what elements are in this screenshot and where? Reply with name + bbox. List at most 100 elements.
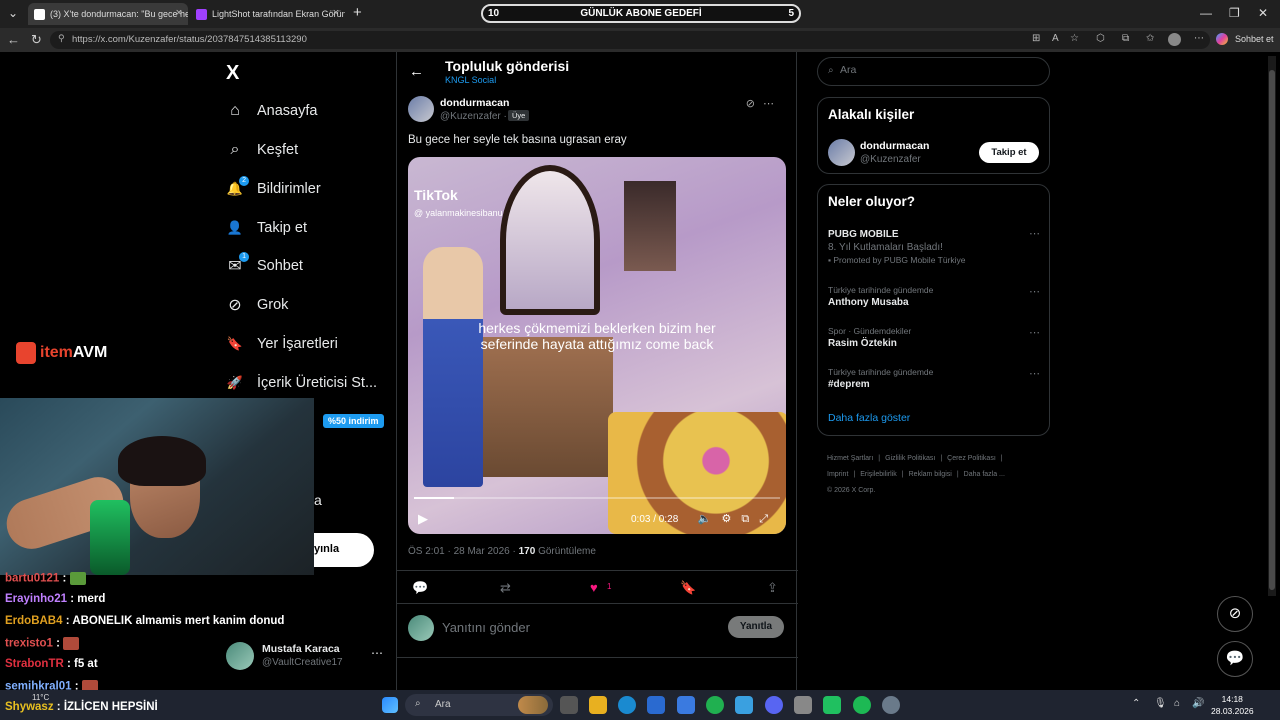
sidebar-item-explore[interactable]: ⌕ Keşfet [225,135,299,165]
tab-list-icon[interactable]: ⌄ [8,6,18,20]
grok-fab-button[interactable]: ⊘ [1217,596,1253,632]
trend-item[interactable]: Türkiye tarihinde gündemde Anthony Musab… [828,285,1040,308]
trend-item[interactable]: Spor · Gündemdekiler Rasim Öztekin ⋯ [828,326,1040,349]
whatsapp-icon[interactable] [706,696,724,714]
extensions-icon[interactable]: ⬡ [1096,33,1105,44]
mail-app-icon[interactable] [677,696,695,714]
app-icon[interactable] [794,696,812,714]
close-window-icon[interactable]: ✕ [1258,6,1268,20]
sidebar-item-bookmarks[interactable]: 🔖 Yer İşaretleri [225,329,338,359]
footer-link[interactable]: Çerez Politikası [947,455,996,462]
trend-item[interactable]: PUBG MOBILE 8. Yıl Kutlamaları Başladı! … [828,227,1040,265]
chevron-up-icon[interactable]: ⌃ [1132,698,1150,716]
more-icon[interactable]: ⋯ [1029,227,1040,240]
close-tab-icon[interactable]: × [176,7,182,19]
more-icon[interactable]: ⋯ [1029,367,1040,380]
settings-icon[interactable] [882,696,900,714]
reply-button[interactable]: Yanıtla [728,616,784,638]
taskbar-clock[interactable]: 14:18 28.03.2026 [1211,693,1254,717]
profile-avatar-icon[interactable] [1168,33,1181,46]
play-icon[interactable]: ▶ [418,511,428,527]
sidebar-item-messages[interactable]: ✉ 1 Sohbet [225,251,303,281]
search-input[interactable] [840,64,1040,76]
split-screen-icon[interactable]: ⧉ [1122,33,1129,44]
back-icon[interactable]: ← [7,32,20,47]
repost-icon[interactable]: ⇄ [500,580,511,596]
related-user-handle[interactable]: @Kuzenzafer [860,154,921,165]
footer-link[interactable]: Erişilebilirlik [860,471,897,478]
bookmark-icon[interactable]: 🔖 [680,580,696,596]
sidebar-item-home[interactable]: ⌂ Anasayfa [225,96,317,126]
video-progress-bar[interactable] [414,497,780,499]
trend-item[interactable]: Türkiye tarihinde gündemde #deprem ⋯ [828,367,1040,390]
x-logo[interactable]: X [226,62,239,85]
settings-icon[interactable]: ⚙ [721,513,741,525]
author-name[interactable]: dondurmacan [440,97,509,109]
messages-fab-button[interactable]: 💬 [1217,641,1253,677]
back-arrow-icon[interactable]: ← [409,63,424,80]
close-tab-icon[interactable]: × [333,7,339,19]
tab-lightshot[interactable]: LightShot tarafından Ekran Görünt × [190,3,345,25]
read-aloud-icon[interactable]: A [1052,33,1059,44]
sidebar-item-grok[interactable]: ⊘ Grok [225,290,288,320]
share-icon[interactable]: ⇪ [767,580,778,596]
more-icon[interactable]: ⋯ [763,98,782,110]
reply-icon[interactable]: 💬 [412,580,428,596]
volume-icon[interactable]: 🔈 [698,513,722,525]
avatar[interactable] [828,139,855,166]
account-switcher[interactable]: Mustafa Karaca @VaultCreative17 ⋯ [226,640,386,674]
sidebar-item-follow[interactable]: 👤 Takip et [225,213,307,243]
chat-button[interactable]: Sohbet et [1235,34,1274,44]
copilot-icon[interactable] [1216,33,1228,45]
footer-link[interactable]: Reklam bilgisi [909,471,952,478]
start-icon[interactable] [382,697,398,713]
footer-link[interactable]: Imprint [827,471,848,478]
site-info-icon[interactable]: ⚲ [58,33,65,44]
more-icon[interactable]: ⋯ [1029,326,1040,339]
microphone-icon[interactable]: 🎙 [1154,698,1172,716]
favorites-icon[interactable]: ✩ [1146,33,1154,44]
author-avatar[interactable] [408,96,434,122]
edge-icon[interactable] [618,696,636,714]
footer-link[interactable]: Daha fazla ... [964,471,1005,478]
reply-input[interactable]: Yanıtını gönder [442,620,530,635]
tab-x-post[interactable]: (3) X'te dondurmacan: "Bu gece he × [28,3,188,25]
video-player[interactable]: TikTok @ yalanmakinesibanu herkes çökmem… [408,157,786,534]
post-button[interactable]: yınla [314,533,374,567]
spotify-icon[interactable] [853,696,871,714]
favorite-star-icon[interactable]: ☆ [1070,33,1079,44]
related-user-name[interactable]: dondurmacan [860,140,929,152]
reload-icon[interactable]: ↻ [31,32,42,48]
volume-icon[interactable]: 🔊 [1192,698,1210,716]
file-explorer-icon[interactable] [589,696,607,714]
follow-button[interactable]: Takip et [979,142,1039,163]
sidebar-item-more-partial[interactable]: a [314,492,322,508]
more-icon[interactable]: ⋯ [1029,285,1040,298]
network-icon[interactable]: ⌂ [1174,698,1192,716]
footer-link[interactable]: Gizlilik Politikası [885,455,935,462]
footer-link[interactable]: Hizmet Şartları [827,455,873,462]
search-bar[interactable]: ⌕ [817,57,1050,86]
premium-discount-badge[interactable]: %50 indirim [323,414,384,428]
fullscreen-icon[interactable]: ⤢ [759,513,778,525]
sidebar-item-notifications[interactable]: 🔔 2 Bildirimler [225,174,321,204]
store-icon[interactable] [647,696,665,714]
app-icon[interactable] [823,696,841,714]
show-more-link[interactable]: Daha fazla göster [828,412,910,424]
pip-icon[interactable]: ⧉ [741,513,759,525]
app-icon[interactable]: ⊞ [1032,33,1040,44]
more-icon[interactable]: ⋯ [1194,33,1204,44]
minimize-icon[interactable]: — [1200,6,1212,20]
author-handle[interactable]: @Kuzenzafer · [440,111,507,122]
community-link[interactable]: KNGL Social [445,75,496,85]
more-icon[interactable]: ⋯ [371,646,383,660]
new-tab-button[interactable]: + [353,4,362,21]
app-icon[interactable] [735,696,753,714]
scrollbar-thumb[interactable] [1269,70,1275,590]
discord-icon[interactable] [765,696,783,714]
sidebar-item-creator-studio[interactable]: 🚀 İçerik Üreticisi St... [225,368,377,398]
task-view-icon[interactable] [560,696,578,714]
maximize-icon[interactable]: ❐ [1229,6,1240,20]
grok-icon[interactable]: ⊘ [746,98,763,110]
like-icon[interactable]: ♥ [590,580,598,595]
